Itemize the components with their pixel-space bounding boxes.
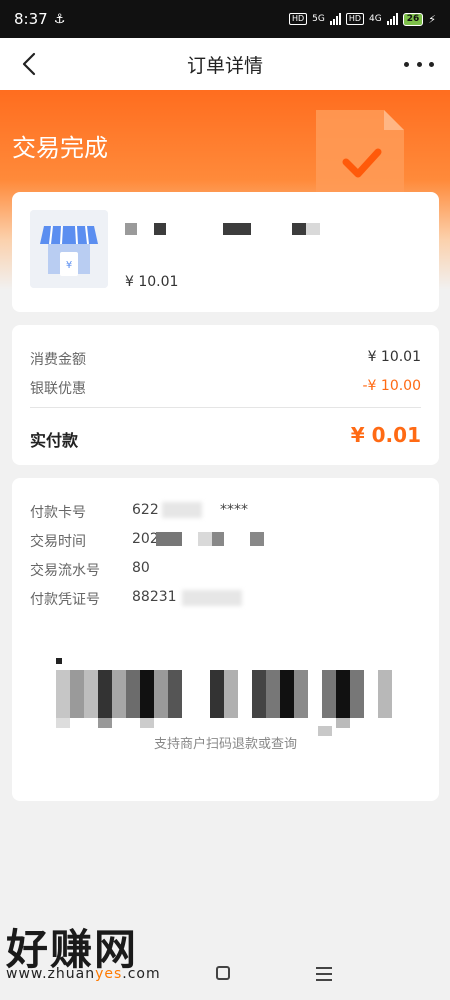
- redacted-time: [250, 532, 264, 546]
- voucher-row: 付款凭证号 88231: [30, 589, 177, 609]
- trade-time-value: 202: [132, 531, 159, 547]
- merchant-card: ¥ ¥ 10.01: [12, 192, 439, 312]
- card-number-mask: ****: [220, 502, 248, 518]
- paid-label: 实付款: [30, 431, 79, 450]
- status-time: 8:37: [14, 10, 48, 28]
- store-icon: ¥: [30, 210, 108, 288]
- more-dots-icon[interactable]: [404, 52, 434, 76]
- voucher-value: 88231: [132, 589, 177, 605]
- hd-badge-1: HD: [288, 13, 308, 25]
- consume-row: 消费金额 ¥ 10.01: [30, 349, 421, 369]
- redacted-name: [292, 223, 306, 235]
- redacted-name: [223, 223, 251, 235]
- consume-value: ¥ 10.01: [367, 349, 421, 365]
- redacted-name: [306, 223, 320, 235]
- redacted-card-number: [162, 502, 202, 518]
- hd-badge-2: HD: [345, 13, 365, 25]
- redacted-time: [156, 532, 182, 546]
- paid-value: ¥ 0.01: [350, 423, 421, 447]
- merchant-amount: ¥ 10.01: [125, 274, 179, 290]
- menu-icon[interactable]: [316, 967, 332, 981]
- serial-label: 交易流水号: [30, 563, 100, 579]
- home-square-icon[interactable]: [216, 966, 230, 980]
- redacted-name: [154, 223, 166, 235]
- network-type-1: 5G: [312, 14, 325, 24]
- redacted-time: [212, 532, 224, 546]
- signal-icon: [329, 13, 341, 25]
- divider: [30, 407, 421, 408]
- serial-row: 交易流水号 80: [30, 560, 150, 580]
- consume-label: 消费金额: [30, 352, 86, 368]
- discount-value: -¥ 10.00: [362, 378, 422, 394]
- discount-label: 银联优惠: [30, 381, 86, 397]
- serial-value: 80: [132, 560, 150, 576]
- page-title: 订单详情: [186, 54, 263, 77]
- transaction-status: 交易完成: [12, 134, 108, 162]
- trade-time-label: 交易时间: [30, 534, 86, 550]
- card-number-suffix: ****: [220, 502, 248, 518]
- system-nav-bar: [0, 950, 450, 1000]
- redacted-voucher: [182, 590, 242, 606]
- detail-card: 付款卡号 622 **** 交易时间 202 交易流水号 80 付款凭证号 88…: [12, 478, 439, 801]
- card-number-label: 付款卡号: [30, 505, 86, 521]
- redacted-time: [198, 532, 212, 546]
- charging-icon: ⚡: [428, 12, 436, 26]
- network-type-2: 4G: [369, 14, 382, 24]
- trade-time-row: 交易时间 202: [30, 531, 159, 551]
- status-icons: HD 5G HD 4G 26 ⚡: [288, 12, 436, 26]
- svg-text:¥: ¥: [66, 260, 72, 271]
- battery-icon: 26: [402, 12, 424, 26]
- barcode: [56, 658, 392, 736]
- card-number-value: 622: [132, 502, 159, 518]
- redacted-name: [125, 223, 137, 235]
- voucher-label: 付款凭证号: [30, 592, 100, 608]
- discount-row: 银联优惠 -¥ 10.00: [30, 378, 421, 398]
- status-bar: 8:37 ⚓ HD 5G HD 4G 26 ⚡: [0, 0, 450, 38]
- barcode-caption: 支持商户扫码退款或查询: [153, 737, 297, 752]
- nav-bar: 订单详情: [0, 38, 450, 90]
- amount-card: 消费金额 ¥ 10.01 银联优惠 -¥ 10.00 实付款 ¥ 0.01: [12, 325, 439, 465]
- card-number-row: 付款卡号 622: [30, 502, 159, 522]
- notification-icon: ⚓: [53, 11, 66, 27]
- signal-icon-2: [386, 13, 398, 25]
- chevron-left-icon[interactable]: [16, 50, 44, 78]
